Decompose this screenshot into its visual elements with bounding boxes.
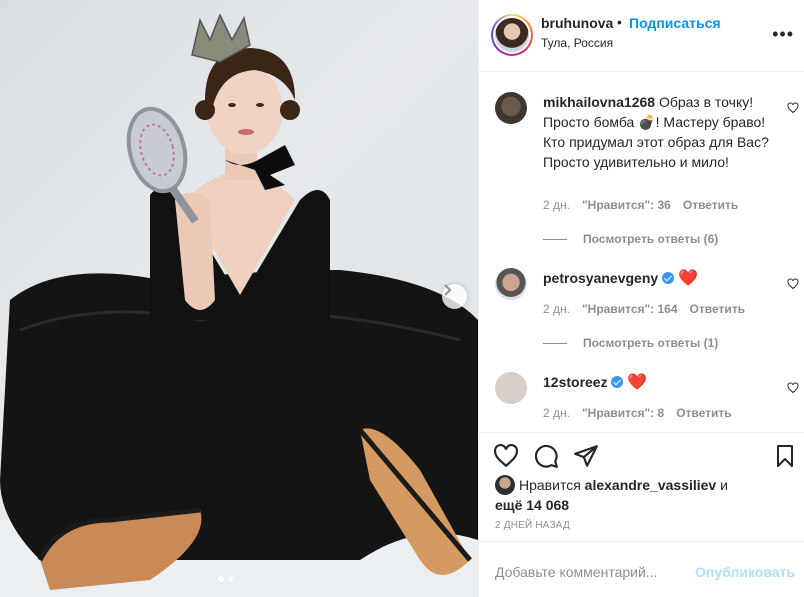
comment-time[interactable]: 2 дн. xyxy=(543,302,570,316)
follow-button[interactable]: Подписаться xyxy=(629,15,721,31)
comment-meta: 2 дн. "Нравится": 164 Ответить xyxy=(543,302,745,316)
reply-button[interactable]: Ответить xyxy=(690,302,745,316)
chevron-right-icon xyxy=(444,284,452,296)
author-username[interactable]: bruhunova xyxy=(541,15,613,31)
likes-summary: Нравится alexandre_vassiliev и ещё 14 06… xyxy=(495,475,728,513)
like-comment-heart-icon[interactable] xyxy=(787,382,799,394)
comment-likes[interactable]: "Нравится": 164 xyxy=(582,302,678,316)
reply-button[interactable]: Ответить xyxy=(683,198,738,212)
comment-icon[interactable] xyxy=(533,443,559,469)
comment-likes[interactable]: "Нравится": 36 xyxy=(582,198,671,212)
publish-button[interactable]: Опубликовать xyxy=(695,564,795,580)
heart-icon[interactable] xyxy=(493,443,519,469)
add-comment-bar: Добавьте комментарий... Опубликовать xyxy=(479,541,804,597)
verified-badge-icon xyxy=(611,376,624,388)
verified-badge-icon xyxy=(662,272,675,284)
comments-list: mikhailovna1268 Образ в точку! Просто бо… xyxy=(479,72,804,432)
comment-meta: 2 дн. "Нравится": 8 Ответить xyxy=(543,406,732,420)
red-heart-emoji: ❤️ xyxy=(627,374,648,391)
like-comment-heart-icon[interactable] xyxy=(787,102,799,114)
bookmark-icon[interactable] xyxy=(773,443,797,469)
comment-username[interactable]: 12storeez xyxy=(543,374,608,390)
comment-avatar[interactable] xyxy=(495,268,527,300)
comment-text: mikhailovna1268 Образ в точку! Просто бо… xyxy=(543,94,769,170)
paper-plane-icon[interactable] xyxy=(573,443,599,469)
comment-text: 12storeez ❤️ xyxy=(543,372,779,393)
liker-avatar[interactable] xyxy=(495,475,515,495)
author-avatar[interactable] xyxy=(491,14,533,56)
more-options-button[interactable]: ••• xyxy=(772,24,794,45)
post-sidebar: bruhunova • Подписаться Тула, Россия •••… xyxy=(478,0,804,597)
post-header: bruhunova • Подписаться Тула, Россия ••• xyxy=(479,0,804,72)
carousel-indicator xyxy=(218,576,234,582)
like-comment-heart-icon[interactable] xyxy=(787,278,799,290)
replies-divider xyxy=(543,342,567,344)
comment-time[interactable]: 2 дн. xyxy=(543,198,570,212)
comment-likes[interactable]: "Нравится": 8 xyxy=(582,406,664,420)
post-location[interactable]: Тула, Россия xyxy=(541,36,613,50)
comment-time[interactable]: 2 дн. xyxy=(543,406,570,420)
comment-avatar[interactable] xyxy=(495,92,527,124)
comment-username[interactable]: mikhailovna1268 xyxy=(543,94,655,110)
post-photo[interactable] xyxy=(0,0,478,597)
view-replies-button[interactable]: Посмотреть ответы (6) xyxy=(543,232,718,246)
comment-text: petrosyanevgeny ❤️ xyxy=(543,268,779,289)
comment-input[interactable]: Добавьте комментарий... xyxy=(495,564,657,580)
separator-dot: • xyxy=(617,14,622,30)
next-photo-button[interactable] xyxy=(442,284,467,309)
photo-illustration xyxy=(0,13,478,597)
comment-meta: 2 дн. "Нравится": 36 Ответить xyxy=(543,198,738,212)
likes-count[interactable]: ещё 14 068 xyxy=(495,497,569,513)
liker-username[interactable]: alexandre_vassiliev xyxy=(585,477,717,493)
carousel-dot xyxy=(228,576,234,582)
carousel-dot xyxy=(218,576,224,582)
replies-divider xyxy=(543,238,567,240)
comment-username[interactable]: petrosyanevgeny xyxy=(543,270,658,286)
post-date[interactable]: 2 ДНЕЙ НАЗАД xyxy=(495,520,570,531)
view-replies-button[interactable]: Посмотреть ответы (1) xyxy=(543,336,718,350)
reply-button[interactable]: Ответить xyxy=(676,406,731,420)
red-heart-emoji: ❤️ xyxy=(677,270,698,287)
bomb-emoji: 💣 xyxy=(638,114,656,130)
comment-avatar[interactable] xyxy=(495,372,527,404)
